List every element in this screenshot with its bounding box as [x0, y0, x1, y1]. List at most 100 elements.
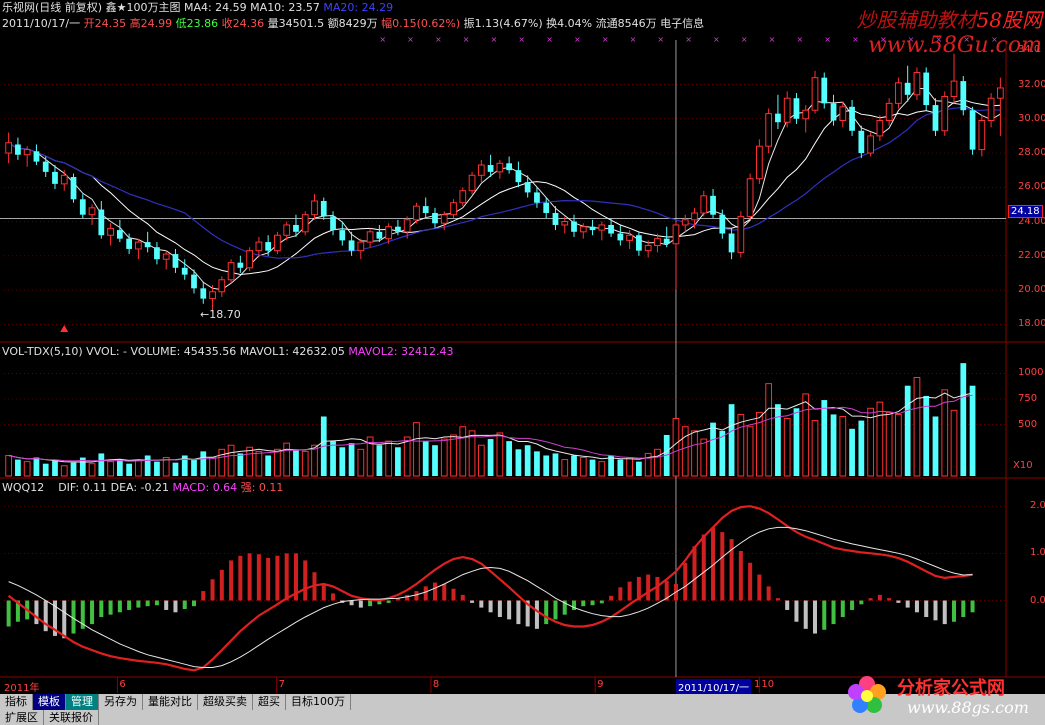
- candle-body: [348, 240, 355, 251]
- candle-body: [209, 291, 216, 300]
- volume-bar: [617, 459, 624, 476]
- date-axis-label: 9: [597, 679, 604, 690]
- volume-bar: [98, 453, 105, 476]
- macd-axis-label: 0.0: [1030, 594, 1045, 606]
- volume-bar: [348, 443, 355, 476]
- price-axis-label: 26.00: [1018, 181, 1045, 193]
- tab-super-trade[interactable]: 超级买卖: [198, 694, 253, 710]
- candle-body: [339, 230, 346, 241]
- dea-value: DEA: -0.21: [110, 481, 170, 494]
- volume-bar: [904, 385, 911, 476]
- candle-body: [88, 207, 96, 216]
- candle-body: [617, 233, 624, 241]
- volume-bar: [144, 455, 151, 476]
- candle-body: [181, 267, 188, 275]
- signal-marker: ×: [935, 35, 942, 44]
- candle-body: [775, 113, 781, 123]
- volume-bar: [543, 455, 550, 476]
- tab-related-quote[interactable]: 关联报价: [44, 710, 99, 725]
- volume-bar: [60, 465, 68, 477]
- volume-bar: [681, 426, 689, 477]
- candle-body: [366, 231, 374, 243]
- price-axis-label: 32.00: [1018, 78, 1045, 90]
- signal-marker: ×: [824, 35, 831, 44]
- volume-bar: [459, 426, 467, 477]
- candle-body: [710, 195, 716, 215]
- tab-save-as[interactable]: 另存为: [99, 694, 143, 710]
- volume-bar: [636, 461, 642, 476]
- tab-volume-compare[interactable]: 量能对比: [143, 694, 198, 710]
- price-axis-label: 30.00: [1018, 112, 1045, 124]
- signal-marker: ×: [546, 35, 553, 44]
- volume-bar: [88, 463, 96, 477]
- volume-bar: [311, 444, 318, 477]
- tab-manage[interactable]: 管理: [66, 694, 99, 710]
- candle-body: [969, 110, 976, 150]
- signal-marker: ×: [379, 35, 386, 44]
- candle-body: [885, 102, 893, 121]
- candle-body: [293, 224, 299, 232]
- volume-bar: [487, 439, 494, 476]
- signal-marker: ×: [685, 35, 692, 44]
- candle-body: [932, 105, 939, 131]
- price-axis-label: 28.00: [1018, 147, 1045, 159]
- candle-body: [700, 195, 708, 214]
- volume-bar: [811, 420, 819, 477]
- candle-body: [23, 149, 31, 156]
- volume-bar: [395, 447, 401, 476]
- candle-body: [357, 241, 365, 252]
- volume-bar: [255, 450, 263, 477]
- volume-bar: [301, 450, 309, 477]
- volume-bar: [913, 376, 921, 477]
- candle-body: [811, 77, 819, 111]
- volume-bar: [654, 448, 661, 477]
- macd-value: MACD: 0.64: [172, 481, 238, 494]
- volume-bar: [440, 438, 448, 477]
- tab-extension-area[interactable]: 扩展区: [0, 710, 44, 725]
- volume-bar: [33, 457, 40, 476]
- volume-bar: [830, 414, 837, 476]
- candle-body: [793, 98, 800, 119]
- candle-body: [672, 224, 680, 245]
- candle-body: [265, 242, 272, 251]
- candle-body: [126, 238, 132, 249]
- volume-indicator-value: VOLUME: 45435.56: [130, 345, 237, 358]
- tab-overbought[interactable]: 超买: [253, 694, 286, 710]
- candle-body: [515, 170, 522, 183]
- candle-body: [867, 135, 874, 154]
- signal-marker: ×: [713, 35, 720, 44]
- volume-bar: [895, 413, 902, 477]
- candle-body: [691, 212, 698, 221]
- watermark-bottom-title: 分析家公式网: [897, 678, 1005, 699]
- candle-body: [719, 214, 726, 234]
- candle-body: [543, 202, 550, 213]
- volume-bar: [265, 455, 272, 476]
- volume-bar: [403, 436, 411, 477]
- date-axis-label: 1: [753, 679, 761, 690]
- signal-marker: ×: [491, 35, 498, 44]
- date-axis-label: 8: [432, 679, 440, 690]
- volume-bar: [691, 430, 698, 477]
- volume-bar: [15, 459, 21, 476]
- macd-header: WQQ12 DIF: 0.11 DEA: -0.21 MACD: 0.64 强:…: [2, 481, 283, 494]
- candle-body: [571, 221, 577, 232]
- candle-body: [42, 161, 49, 172]
- tab-indicator[interactable]: 指标: [0, 694, 33, 710]
- volume-bar: [422, 441, 429, 476]
- tab-template[interactable]: 模板: [33, 694, 66, 710]
- tab-target[interactable]: 目标100万: [286, 694, 351, 710]
- price-axis-label: 18.00: [1018, 318, 1045, 330]
- price-axis-label: 20.00: [1018, 284, 1045, 296]
- candle-body: [644, 245, 652, 252]
- volume-bar: [413, 422, 420, 477]
- volume-bar: [477, 444, 485, 477]
- candle-body: [737, 215, 745, 253]
- volume-bar: [135, 460, 142, 477]
- candle-body: [459, 190, 467, 204]
- candle-body: [422, 206, 429, 213]
- signal-marker: ×: [880, 35, 887, 44]
- volume-bar: [330, 441, 336, 476]
- candle-body: [200, 288, 207, 299]
- candle-body: [802, 109, 810, 120]
- volume-bar: [849, 428, 855, 476]
